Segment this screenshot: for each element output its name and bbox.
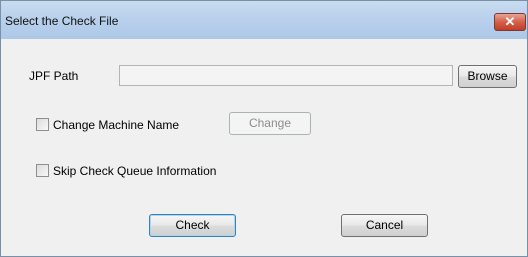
skip-check-queue-label[interactable]: Skip Check Queue Information [53,164,216,178]
title-bar[interactable]: Select the Check File ✕ [1,1,527,39]
jpf-path-input[interactable] [119,65,453,86]
change-button[interactable]: Change [229,112,311,135]
dialog-window: Select the Check File ✕ JPF Path Browse … [0,0,528,257]
close-button[interactable]: ✕ [494,13,526,31]
skip-check-queue-checkbox[interactable] [36,164,49,177]
dialog-body: JPF Path Browse Change Machine Name Chan… [7,39,521,249]
check-button[interactable]: Check [149,214,236,237]
jpf-path-label: JPF Path [29,69,79,83]
dialog-title: Select the Check File [5,14,119,28]
change-machine-name-label[interactable]: Change Machine Name [53,118,179,132]
browse-button[interactable]: Browse [458,65,517,88]
cancel-button[interactable]: Cancel [341,214,428,237]
change-machine-name-checkbox[interactable] [36,118,49,131]
close-icon: ✕ [504,14,516,29]
